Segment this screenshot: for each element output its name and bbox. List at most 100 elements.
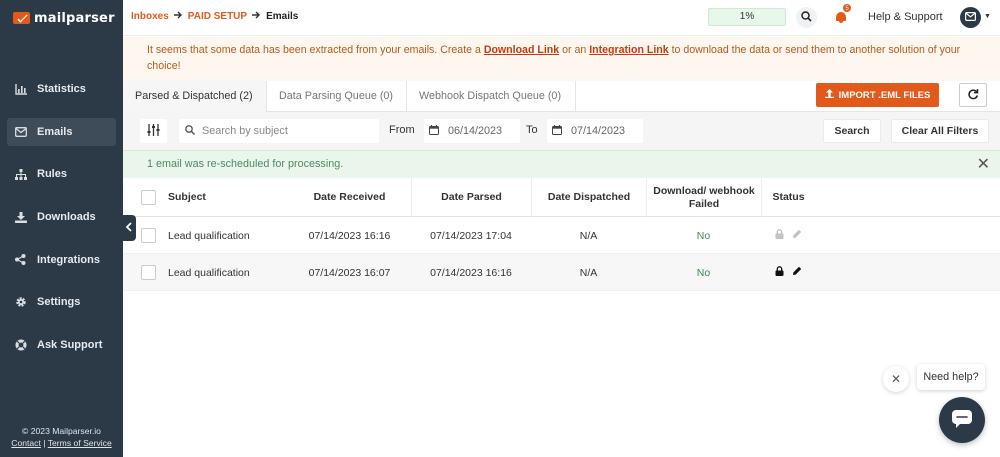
sidebar-item-rules[interactable]: Rules: [7, 160, 116, 188]
pencil-icon[interactable]: [792, 229, 802, 242]
email-tabs: Parsed & Dispatched (2) Data Parsing Que…: [123, 81, 1000, 112]
from-label: From: [389, 124, 415, 136]
clear-filters-button[interactable]: Clear All Filters: [891, 119, 989, 143]
sidebar-item-label: Ask Support: [37, 339, 103, 352]
copyright: © 2023 Mailparser.io: [22, 426, 101, 436]
calendar-icon: [552, 124, 562, 138]
sidebar-nav: Statistics Emails Rules Downloads Integr…: [0, 75, 123, 374]
share-icon: [14, 253, 27, 266]
to-label: To: [526, 124, 538, 136]
cell-subject[interactable]: Lead qualification: [168, 217, 288, 254]
sidebar-item-label: Rules: [37, 168, 67, 181]
refresh-button[interactable]: [959, 83, 987, 107]
tab-data-parsing-queue[interactable]: Data Parsing Queue (0): [266, 81, 406, 112]
cell-status: [761, 254, 815, 291]
avatar[interactable]: [960, 7, 981, 28]
help-support-link[interactable]: Help & Support: [868, 11, 943, 23]
usage-progress[interactable]: 1%: [708, 8, 786, 26]
sliders-icon: [147, 123, 160, 139]
close-icon[interactable]: ✕: [977, 151, 990, 178]
search-input[interactable]: [202, 125, 372, 137]
search-icon: [801, 10, 812, 25]
mailparser-logo-icon: [13, 12, 30, 24]
arrow-right-icon: [252, 11, 261, 22]
envelope-icon: [14, 125, 27, 138]
cell-date-dispatched: N/A: [579, 266, 598, 279]
close-icon: ✕: [890, 372, 902, 386]
lock-icon[interactable]: [775, 229, 784, 242]
download-link[interactable]: Download Link: [484, 44, 559, 56]
cell-subject[interactable]: Lead qualification: [168, 254, 288, 291]
calendar-icon: [429, 124, 439, 138]
cell-date-dispatched: N/A: [579, 229, 598, 242]
search-icon: [185, 124, 195, 138]
logo-text: mailparser: [34, 10, 115, 26]
pencil-icon[interactable]: [792, 266, 802, 279]
upload-icon: [824, 89, 834, 101]
cell-status: [761, 217, 815, 254]
search-button[interactable]: Search: [823, 119, 881, 143]
subject-search-box: [179, 119, 379, 143]
caret-down-icon[interactable]: ▼: [984, 13, 991, 20]
sidebar-item-statistics[interactable]: Statistics: [7, 75, 116, 103]
contact-link[interactable]: Contact: [11, 438, 41, 448]
select-all-checkbox[interactable]: [141, 190, 156, 205]
row-checkbox[interactable]: [141, 228, 156, 243]
notice-text: It seems that some data has been extract…: [147, 44, 484, 56]
sidebar-item-integrations[interactable]: Integrations: [7, 246, 116, 274]
notifications-button[interactable]: 5: [834, 3, 852, 23]
lock-icon[interactable]: [775, 266, 784, 279]
chat-icon: [951, 409, 973, 432]
breadcrumb-inbox[interactable]: PAID SETUP: [188, 11, 247, 22]
chat-dismiss-button[interactable]: ✕: [883, 366, 909, 392]
chat-prompt[interactable]: Need help?: [917, 364, 985, 390]
cell-date-parsed: 07/14/2023 16:16: [430, 266, 512, 279]
sidebar-item-label: Integrations: [37, 253, 100, 266]
lifebuoy-icon: [14, 339, 27, 352]
column-date-received[interactable]: Date Received: [288, 178, 411, 217]
sidebar-item-label: Settings: [37, 296, 81, 309]
table-row[interactable]: Lead qualification 07/14/2023 16:07 07/1…: [123, 254, 1000, 291]
column-date-parsed[interactable]: Date Parsed: [411, 178, 531, 217]
sidebar-item-settings[interactable]: Settings: [7, 288, 116, 316]
row-checkbox[interactable]: [141, 265, 156, 280]
cell-date-parsed: 07/14/2023 17:04: [430, 229, 512, 242]
breadcrumb-inboxes[interactable]: Inboxes: [131, 11, 169, 22]
bar-chart-icon: [14, 83, 27, 96]
column-webhook-failed[interactable]: Download/ webhook Failed: [646, 178, 761, 217]
terms-link[interactable]: Terms of Service: [48, 438, 112, 448]
cell-webhook-failed: No: [696, 229, 711, 242]
filter-bar: From 06/14/2023 To 07/14/2023 Search Cle…: [123, 112, 1000, 150]
top-bar: Inboxes PAID SETUP Emails 1% 5 Help & Su…: [123, 0, 1000, 36]
import-label: IMPORT .EML FILES: [838, 89, 931, 101]
tab-webhook-dispatch-queue[interactable]: Webhook Dispatch Queue (0): [406, 81, 576, 112]
sidebar-item-emails[interactable]: Emails: [7, 117, 116, 146]
tab-parsed-dispatched[interactable]: Parsed & Dispatched (2): [123, 81, 266, 112]
sitemap-icon: [14, 168, 27, 181]
data-extracted-notice: It seems that some data has been extract…: [123, 37, 1000, 81]
chat-button[interactable]: [939, 397, 985, 443]
breadcrumb-current: Emails: [266, 11, 299, 22]
sidebar-item-label: Emails: [37, 125, 73, 138]
sidebar-collapse-button[interactable]: [121, 215, 136, 241]
gear-icon: [14, 296, 27, 309]
import-eml-button[interactable]: IMPORT .EML FILES: [816, 83, 939, 107]
integration-link[interactable]: Integration Link: [589, 44, 668, 56]
sidebar-footer: © 2023 Mailparser.io Contact | Terms of …: [0, 425, 123, 449]
column-subject[interactable]: Subject: [168, 178, 268, 217]
logo[interactable]: mailparser: [13, 10, 115, 26]
global-search-button[interactable]: [796, 7, 817, 28]
to-date-field[interactable]: 07/14/2023: [547, 119, 643, 143]
to-date-value: 07/14/2023: [571, 125, 626, 137]
breadcrumb: Inboxes PAID SETUP Emails: [131, 11, 298, 22]
sidebar-item-downloads[interactable]: Downloads: [7, 203, 116, 231]
filter-toggle-button[interactable]: [140, 119, 167, 143]
from-date-field[interactable]: 06/14/2023: [424, 119, 520, 143]
column-date-dispatched[interactable]: Date Dispatched: [531, 178, 646, 217]
sidebar-item-ask-support[interactable]: Ask Support: [7, 331, 116, 359]
alert-message: 1 email was re-scheduled for processing.: [147, 158, 344, 170]
sidebar: mailparser Statistics Emails Rules Downl…: [0, 0, 123, 457]
table-row[interactable]: Lead qualification 07/14/2023 16:16 07/1…: [123, 217, 1000, 254]
emails-table: Subject Date Received Date Parsed Date D…: [123, 178, 1000, 291]
notice-text: or an: [559, 44, 590, 56]
